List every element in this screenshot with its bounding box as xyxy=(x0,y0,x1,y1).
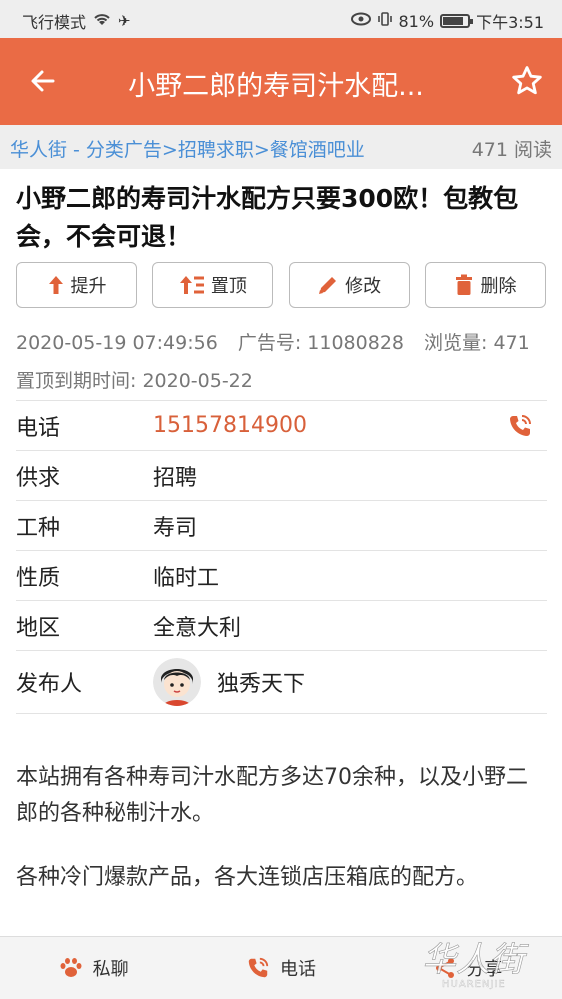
status-bar: 飞行模式 ✈ 81% 下午3:51 xyxy=(0,0,562,38)
job-value: 寿司 xyxy=(153,515,198,541)
delete-label: 删除 xyxy=(480,276,517,297)
airplane-mode-label: 飞行模式 xyxy=(22,13,87,32)
publisher-name[interactable]: 独秀天下 xyxy=(217,666,305,698)
region-label: 地区 xyxy=(16,615,61,641)
supply-value: 招聘 xyxy=(153,465,198,491)
detail-row-publisher: 发布人 独秀天下 xyxy=(16,650,547,714)
paw-icon xyxy=(60,958,82,977)
job-label: 工种 xyxy=(16,515,61,541)
region-value: 全意大利 xyxy=(153,615,242,641)
share-button[interactable]: 分享 xyxy=(375,937,562,999)
phone-icon xyxy=(248,957,269,978)
edit-label: 修改 xyxy=(345,276,382,297)
breadcrumb[interactable]: 华人街 - 分类广告>招聘求职>餐馆酒吧业 xyxy=(10,135,365,162)
post-body: 本站拥有各种寿司汁水配方多达70余种，以及小野二郎的各种秘制汁水。 各种冷门爆款… xyxy=(16,760,548,924)
battery-icon xyxy=(440,14,474,28)
clock: 下午3:51 xyxy=(476,13,544,32)
post-title: 小野二郎的寿司汁水配方只要300欧！包教包会，不会可退！ xyxy=(16,184,519,251)
pin-top-button[interactable]: 置顶 xyxy=(152,262,274,308)
detail-row-job: 工种 寿司 xyxy=(16,500,547,550)
phone-label: 电话 xyxy=(16,415,61,441)
favorite-button[interactable] xyxy=(506,60,548,102)
nature-label: 性质 xyxy=(16,565,61,591)
share-icon xyxy=(436,958,455,978)
phone-call-icon xyxy=(510,415,531,436)
arrow-up-icon xyxy=(48,276,63,294)
detail-row-region: 地区 全意大利 xyxy=(16,600,547,650)
read-count: 471 阅读 xyxy=(471,139,552,161)
call-button[interactable] xyxy=(507,413,533,445)
post-meta: 2020-05-19 07:49:56 广告号: 11080828 浏览量: 4… xyxy=(16,328,544,355)
avatar[interactable] xyxy=(153,658,201,706)
vibrate-icon xyxy=(377,11,393,31)
supply-label: 供求 xyxy=(16,465,61,491)
promote-button[interactable]: 提升 xyxy=(16,262,137,308)
pin-expiry: 置顶到期时间: 2020-05-22 xyxy=(16,370,253,392)
battery-percent: 81% xyxy=(398,11,435,31)
edit-button[interactable]: 修改 xyxy=(288,262,410,308)
post-date: 2020-05-19 07:49:56 xyxy=(16,332,218,354)
share-label: 分享 xyxy=(466,959,503,980)
star-icon xyxy=(512,66,542,95)
body-paragraph: 本站拥有各种寿司汁水配方多达70余种，以及小野二郎的各种秘制汁水。 xyxy=(16,765,528,826)
wifi-icon xyxy=(92,11,112,31)
action-buttons: 提升 置顶 修改 删除 xyxy=(16,262,546,308)
detail-row-supply: 供求 招聘 xyxy=(16,450,547,500)
promote-label: 提升 xyxy=(70,276,107,297)
back-arrow-icon xyxy=(31,70,55,92)
airplane-icon: ✈ xyxy=(118,12,131,30)
publisher-label: 发布人 xyxy=(16,672,83,697)
delete-button[interactable]: 删除 xyxy=(424,262,546,308)
detail-row-phone: 电话 15157814900 xyxy=(16,400,547,450)
nature-value: 临时工 xyxy=(153,565,220,591)
detail-table: 电话 15157814900 供求 招聘 工种 寿司 性质 临时工 地区 全意大… xyxy=(16,400,547,714)
phone-number[interactable]: 15157814900 xyxy=(153,413,307,438)
ad-number: 广告号: 11080828 xyxy=(237,332,404,354)
app-bar: 小野二郎的寿司汁水配... xyxy=(0,38,562,125)
pencil-icon xyxy=(319,277,337,294)
pin-top-label: 置顶 xyxy=(210,276,247,297)
back-button[interactable] xyxy=(22,60,64,102)
eye-comfort-icon xyxy=(350,12,371,30)
bottom-bar: 私聊 电话 分享 xyxy=(0,936,562,999)
trash-icon xyxy=(456,274,473,295)
phone-label: 电话 xyxy=(279,959,316,980)
view-count: 浏览量: 471 xyxy=(424,332,530,354)
pin-top-icon xyxy=(179,276,204,294)
detail-row-nature: 性质 临时工 xyxy=(16,550,547,600)
private-chat-label: 私聊 xyxy=(92,959,129,980)
phone-button[interactable]: 电话 xyxy=(187,937,374,999)
private-chat-button[interactable]: 私聊 xyxy=(0,937,187,999)
breadcrumb-bar: 华人街 - 分类广告>招聘求职>餐馆酒吧业 471 阅读 xyxy=(0,125,562,169)
page-title: 小野二郎的寿司汁水配... xyxy=(128,71,424,102)
body-paragraph: 各种冷门爆款产品，各大连锁店压箱底的配方。 xyxy=(16,865,479,890)
